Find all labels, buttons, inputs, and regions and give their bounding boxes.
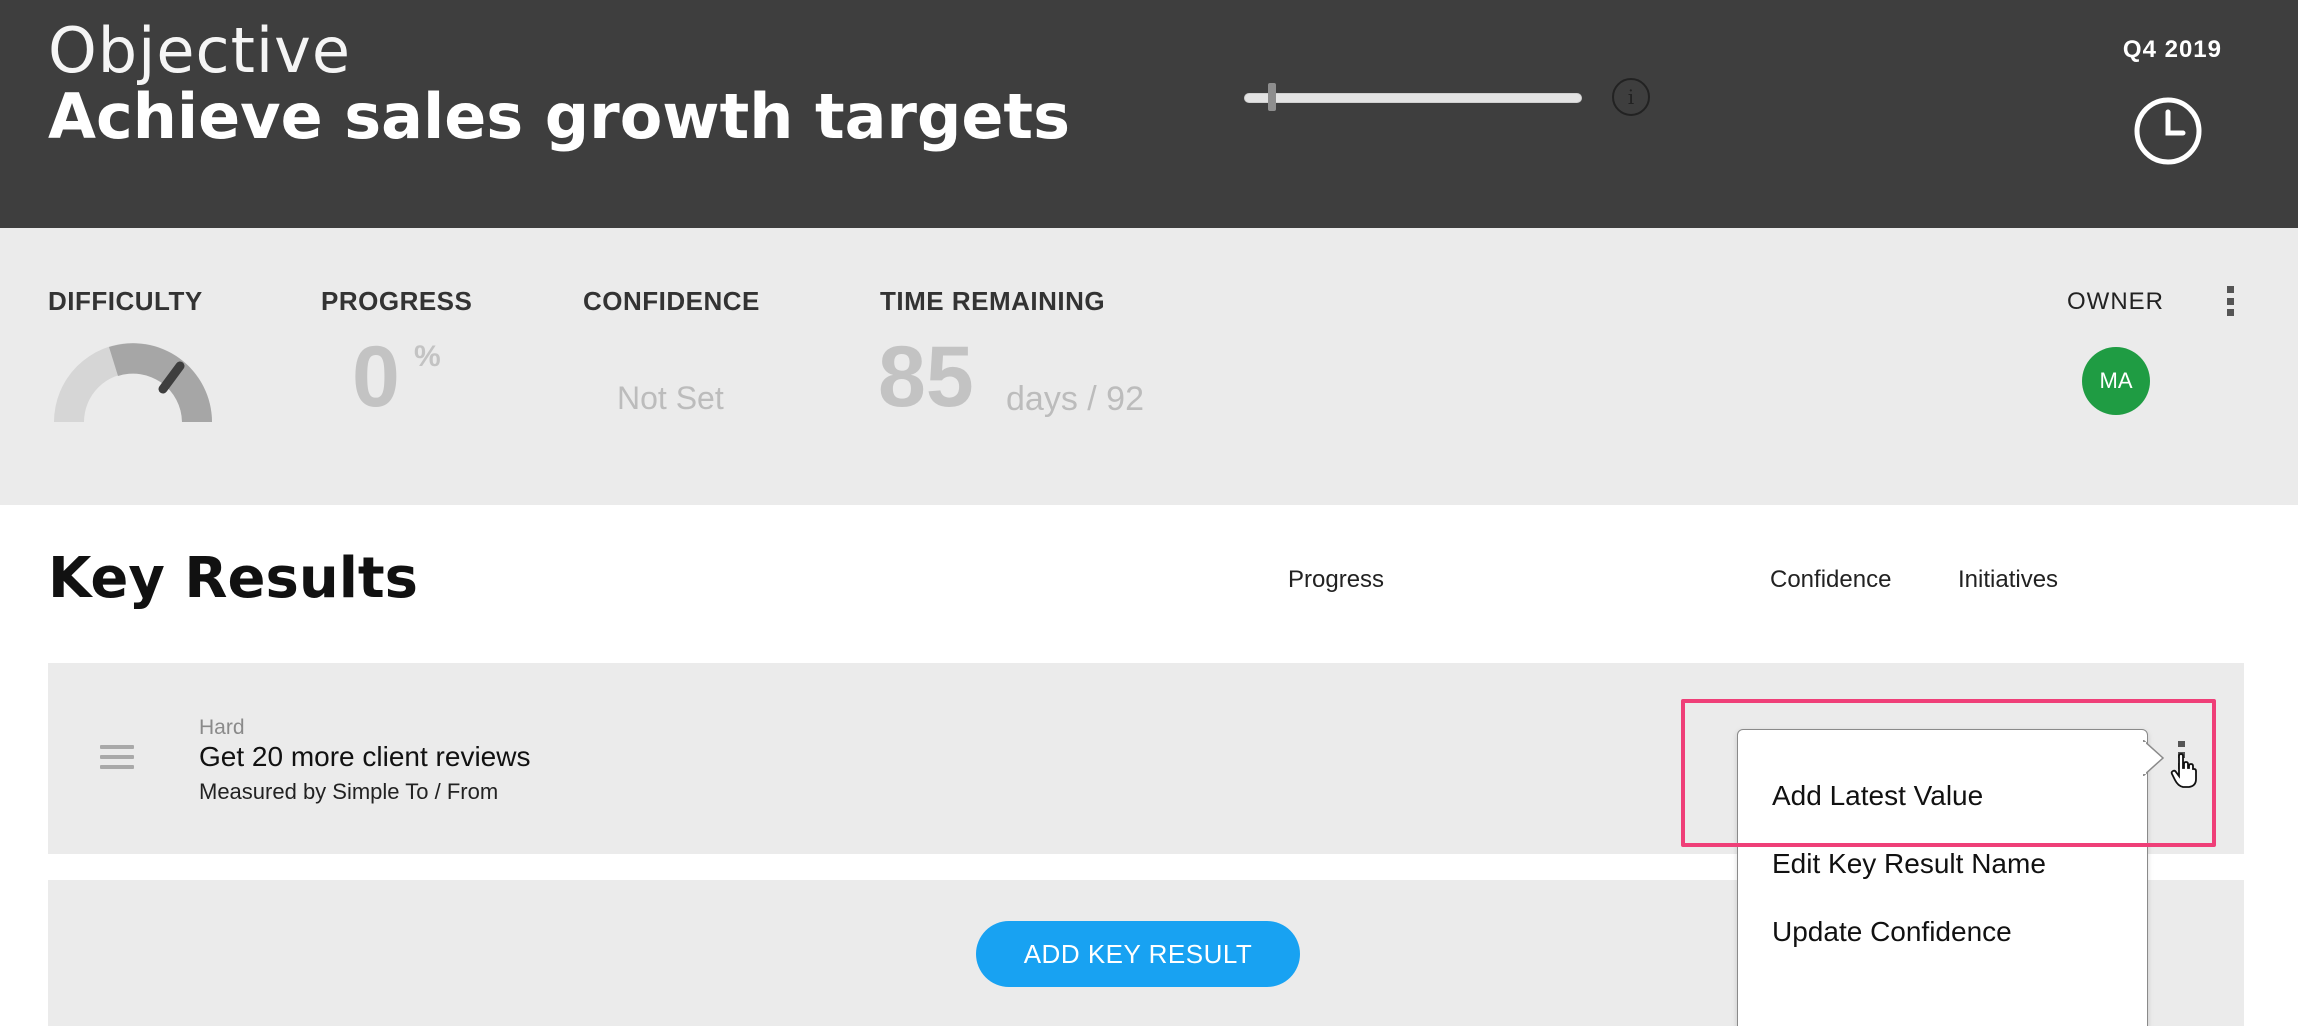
objective-more-icon[interactable]	[2225, 286, 2235, 316]
objective-stats: DIFFICULTY PROGRESS 0 % CONFIDENCE Not S…	[0, 228, 2298, 505]
objective-label: Objective	[48, 14, 351, 87]
menu-item-add-latest-value[interactable]: Add Latest Value	[1772, 780, 1983, 812]
days-total: days / 92	[1006, 380, 1144, 418]
progress-value: 0	[352, 329, 400, 425]
column-progress: Progress	[1288, 566, 1385, 593]
key-result-difficulty: Hard	[199, 716, 245, 739]
progress-label: PROGRESS	[321, 286, 473, 316]
column-confidence: Confidence	[1770, 566, 1892, 593]
objective-title: Achieve sales growth targets	[48, 80, 1070, 153]
objective-header: Objective Achieve sales growth targets Q…	[0, 0, 2298, 228]
key-result-measure: Measured by Simple To / From	[199, 779, 499, 804]
difficulty-gauge	[54, 343, 212, 422]
menu-item-edit-key-result-name[interactable]: Edit Key Result Name	[1772, 848, 2046, 880]
key-result-progress-handle[interactable]	[1268, 83, 1276, 111]
add-key-result-button[interactable]: ADD KEY RESULT	[976, 921, 1300, 987]
difficulty-label: DIFFICULTY	[48, 286, 203, 316]
time-remaining-label: TIME REMAINING	[880, 286, 1106, 316]
confidence-value: Not Set	[617, 380, 724, 416]
progress-unit: %	[414, 340, 441, 373]
hand-pointer-icon	[2170, 753, 2197, 788]
column-initiatives: Initiatives	[1958, 566, 2059, 593]
owner-label: OWNER	[2067, 288, 2164, 315]
key-results-title: Key Results	[48, 546, 418, 611]
drag-handle-icon[interactable]	[100, 745, 134, 769]
confidence-label: CONFIDENCE	[583, 286, 760, 316]
owner-avatar[interactable]: MA	[2082, 347, 2150, 415]
key-result-context-menu: Add Latest Value Edit Key Result Name Up…	[1737, 729, 2148, 1026]
info-icon[interactable]: i	[1612, 78, 1650, 116]
clock-icon[interactable]	[2133, 96, 2203, 166]
days-remaining: 85	[878, 329, 974, 425]
key-result-name[interactable]: Get 20 more client reviews	[199, 741, 530, 773]
menu-item-update-confidence[interactable]: Update Confidence	[1772, 916, 2012, 948]
quarter-label: Q4 2019	[2122, 36, 2222, 63]
key-result-progress-track[interactable]	[1244, 93, 1582, 103]
menu-pointer-arrow	[2143, 740, 2165, 776]
